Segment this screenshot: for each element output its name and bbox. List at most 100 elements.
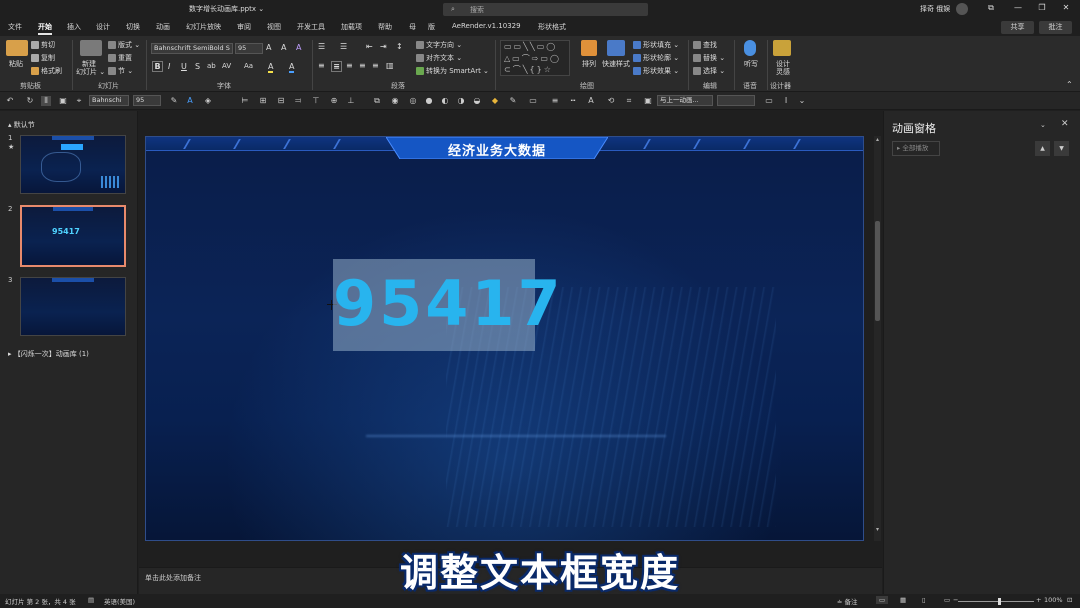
section-button[interactable]: 节 ⌄	[108, 66, 133, 76]
shape-outline-button[interactable]: 形状轮廓 ⌄	[633, 53, 679, 63]
paste-format-icon[interactable]: ▣	[58, 96, 68, 106]
slide-sorter-icon[interactable]: ▦	[900, 596, 906, 604]
section-label[interactable]: ▴ 默认节	[8, 120, 35, 130]
comment-button[interactable]: 批注	[1039, 21, 1072, 34]
copy-button[interactable]: 复制	[31, 53, 55, 63]
decrease-indent-icon[interactable]: ⇤	[366, 42, 373, 51]
designer-icon[interactable]	[773, 40, 791, 56]
align-left-icon[interactable]: ≡	[318, 61, 325, 70]
char-spacing-button[interactable]: AV	[222, 62, 231, 70]
align-center-icon[interactable]: ≡	[331, 61, 342, 72]
underline-button[interactable]: U	[181, 62, 187, 71]
tab-review[interactable]: 审阅	[237, 22, 251, 32]
italic-button[interactable]: I	[168, 62, 170, 71]
redo-icon[interactable]: ↻	[25, 96, 35, 106]
zoom-slider-thumb[interactable]	[998, 598, 1001, 605]
tab-home[interactable]: 开始	[38, 22, 52, 35]
duration-input[interactable]	[717, 95, 755, 106]
microphone-icon[interactable]	[744, 40, 756, 56]
bullets-icon[interactable]: ☰	[318, 42, 325, 51]
font-name-dropdown[interactable]: Bahnschrift SemiBold S	[151, 43, 233, 54]
quick-styles-button[interactable]: 快速样式	[602, 59, 630, 69]
move-down-button[interactable]: ▼	[1054, 141, 1069, 156]
eyedropper-2-icon[interactable]: ✎	[508, 96, 518, 106]
number-textbox[interactable]: 95417	[333, 259, 561, 351]
clear-format-icon[interactable]: A	[296, 43, 301, 52]
design-ideas-label2[interactable]: 灵感	[776, 67, 790, 77]
shrink-font-icon[interactable]: A	[281, 43, 286, 52]
find-button[interactable]: 查找	[693, 40, 717, 50]
align-bottom-icon[interactable]: ⊥	[346, 96, 356, 106]
eyedropper-icon[interactable]: ✎	[169, 96, 179, 106]
fill-color-icon[interactable]: ◈	[203, 96, 213, 106]
strikethrough-button[interactable]: ab	[207, 62, 216, 70]
animation-start-dropdown[interactable]: 与上一动画...	[657, 95, 713, 106]
accessibility-icon[interactable]: ▤	[88, 596, 94, 604]
tab-version[interactable]: 版	[428, 22, 435, 32]
zoom-out-icon[interactable]: −	[953, 596, 958, 604]
scrollbar-thumb[interactable]	[875, 221, 880, 321]
numbering-icon[interactable]: ☰	[340, 42, 347, 51]
paste-button[interactable]: 粘贴	[9, 59, 23, 69]
crop-icon[interactable]: ⌗	[624, 96, 634, 106]
search-box[interactable]: ⌕ 搜索	[443, 3, 648, 16]
shape-effects-button[interactable]: 形状效果 ⌄	[633, 66, 679, 76]
slide-thumbnail-1[interactable]	[20, 135, 126, 194]
quick-styles-icon[interactable]	[607, 40, 625, 56]
tab-aerender[interactable]: AeRender.v1.10329	[452, 22, 521, 30]
outline-qat-icon[interactable]: ▭	[528, 96, 538, 106]
align-icon[interactable]: ⫴	[41, 96, 51, 106]
columns-icon[interactable]: ▥	[386, 61, 394, 70]
line-spacing-icon[interactable]: ↕	[396, 42, 403, 51]
highlight-color-button[interactable]: A	[268, 62, 274, 73]
weight-icon[interactable]: ≡	[550, 96, 560, 106]
intersect-icon[interactable]: ◑	[456, 96, 466, 106]
group-icon[interactable]: ⧉	[372, 96, 382, 106]
user-name[interactable]: 择奇 俄娱	[920, 4, 950, 14]
effects-qat-icon[interactable]: A	[586, 96, 596, 106]
arrange-icon[interactable]	[581, 40, 597, 56]
arrange-button[interactable]: 排列	[582, 59, 596, 69]
shape-fill-button[interactable]: 形状填充 ⌄	[633, 40, 679, 50]
grow-font-icon[interactable]: A	[266, 43, 271, 52]
dash-icon[interactable]: ┅	[568, 96, 578, 106]
qat-font-dropdown[interactable]: Bahnschi	[89, 95, 129, 106]
slide-canvas[interactable]: 经济业务大数据 95417	[145, 136, 864, 541]
notes-toggle[interactable]: ≐ 备注	[837, 596, 858, 606]
align-left-qat-icon[interactable]: ⊨	[240, 96, 250, 106]
paste-icon[interactable]	[6, 40, 28, 56]
collapse-ribbon-icon[interactable]: ⌃	[1066, 80, 1073, 89]
scroll-down-icon[interactable]: ▾	[874, 526, 881, 533]
restore-icon[interactable]: ❐	[1035, 3, 1049, 15]
move-up-button[interactable]: ▲	[1035, 141, 1050, 156]
undo-icon[interactable]: ↶	[5, 96, 15, 106]
minimize-icon[interactable]: —	[1011, 3, 1025, 15]
tab-addins[interactable]: 加载项	[341, 22, 362, 32]
play-all-button[interactable]: ▸ 全部播放	[892, 141, 940, 156]
distribute-icon[interactable]: ⊞	[258, 96, 268, 106]
select-button[interactable]: 选择 ⌄	[693, 66, 725, 76]
smartart-button[interactable]: 转换为 SmartArt ⌄	[416, 66, 489, 76]
avatar[interactable]	[956, 3, 968, 15]
align-right-icon[interactable]: ≡	[346, 61, 353, 70]
reading-view-icon[interactable]: ▯	[922, 596, 926, 604]
bold-button[interactable]: B	[152, 61, 163, 72]
align-center-qat-icon[interactable]: ⊕	[329, 96, 339, 106]
tab-slideshow[interactable]: 幻灯片放映	[186, 22, 221, 32]
tab-animations[interactable]: 动画	[156, 22, 170, 32]
zoom-level[interactable]: 100%	[1044, 596, 1063, 604]
tab-insert[interactable]: 插入	[67, 22, 81, 32]
shape-fill-qat-icon[interactable]: ◆	[490, 96, 500, 106]
shadow-button[interactable]: S	[195, 62, 200, 71]
ungroup-icon[interactable]: ◉	[390, 96, 400, 106]
close-pane-icon[interactable]: ✕	[1061, 119, 1069, 129]
tab-view[interactable]: 视图	[267, 22, 281, 32]
align-middle-icon[interactable]: ⊟	[276, 96, 286, 106]
tab-transitions[interactable]: 切换	[126, 22, 140, 32]
slide-title[interactable]: 经济业务大数据	[386, 140, 608, 159]
section-label-animation-library[interactable]: ▸ 【闪烁一次】动画库 (1)	[8, 349, 89, 359]
change-case-button[interactable]: Aa	[244, 62, 253, 70]
painter-icon[interactable]: ⌖	[74, 96, 84, 106]
share-button[interactable]: 共享	[1001, 21, 1034, 34]
align-text-button[interactable]: 对齐文本 ⌄	[416, 53, 462, 63]
